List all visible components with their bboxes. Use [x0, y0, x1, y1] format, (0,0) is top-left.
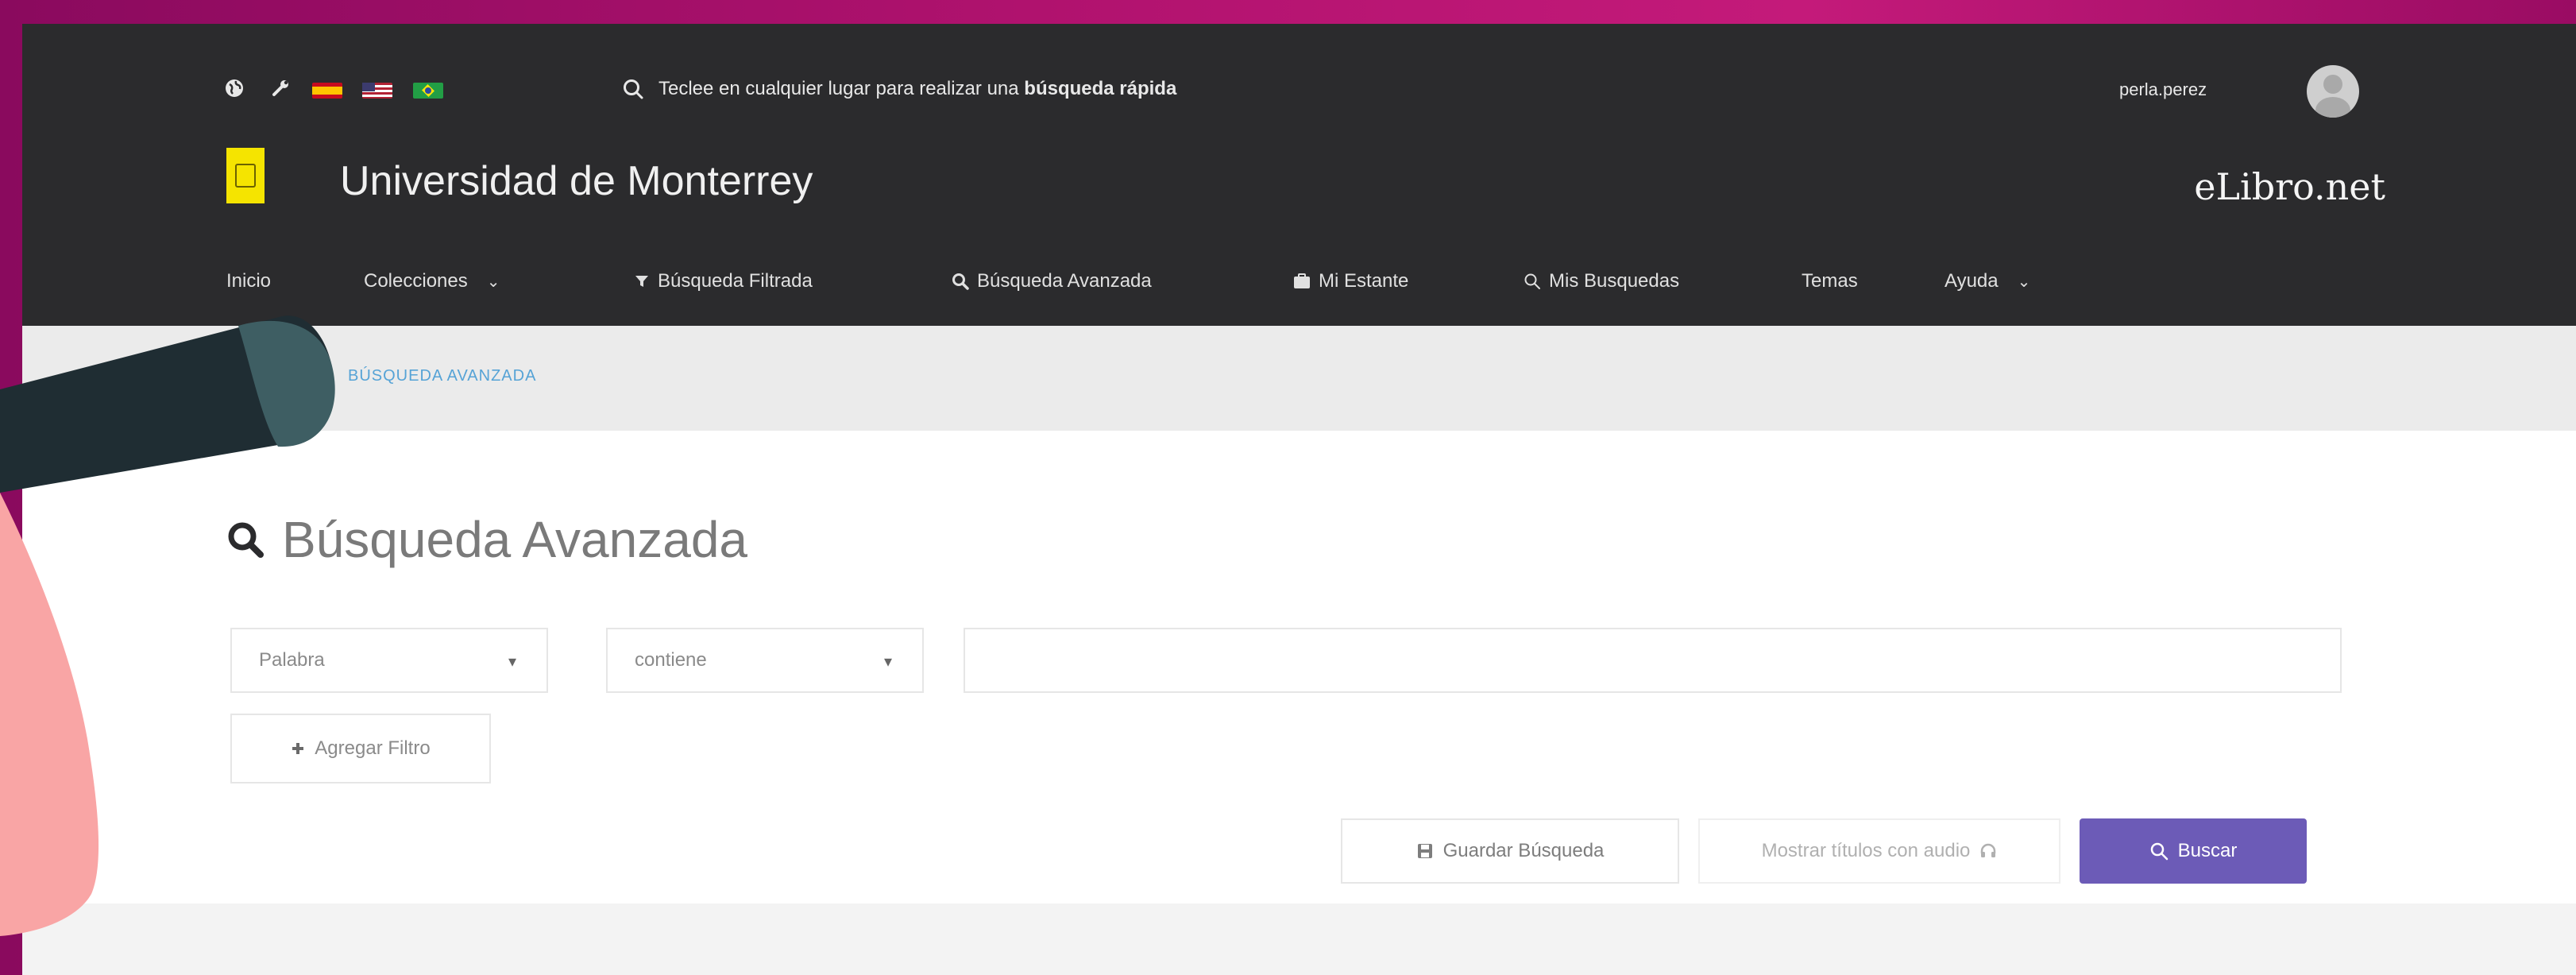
audio-titles-toggle[interactable]: Mostrar títulos con audio	[1698, 818, 2060, 884]
nav-item-temas[interactable]: Temas	[1802, 270, 1858, 292]
shelf-icon	[1294, 273, 1310, 288]
site-logo-text[interactable]: eLibro.net	[2194, 165, 2385, 208]
breadcrumb: BÚSQUEDA AVANZADA	[22, 326, 2576, 431]
search-icon	[2150, 842, 2168, 861]
quick-search-hint[interactable]: Teclee en cualquier lugar para realizar …	[622, 72, 1176, 106]
save-icon	[1417, 844, 1432, 858]
quick-search-bold-text: búsqueda rápida	[1024, 78, 1177, 99]
operator-select[interactable]: contiene ▾	[606, 628, 924, 693]
header-bar: Teclee en cualquier lugar para realizar …	[22, 24, 2576, 326]
add-filter-button[interactable]: Agregar Filtro	[230, 714, 491, 783]
chevron-down-icon: ⌄	[2017, 273, 2031, 291]
nav-item-ayuda[interactable]: Ayuda ⌄	[1945, 270, 2030, 292]
plus-icon	[292, 743, 304, 754]
app-window: Teclee en cualquier lugar para realizar …	[22, 24, 2576, 975]
university-logo[interactable]	[226, 148, 265, 203]
filter-icon	[635, 276, 648, 287]
search-plus-icon	[952, 273, 969, 290]
spanish-flag-icon[interactable]	[312, 83, 342, 99]
chevron-down-icon: ⌄	[486, 273, 500, 291]
main-nav: Inicio Colecciones ⌄ Búsqueda Filtrada B…	[22, 270, 2576, 310]
utility-row: Teclee en cualquier lugar para realizar …	[22, 56, 2576, 119]
nav-item-inicio[interactable]: Inicio	[226, 270, 271, 292]
field-select-value: Palabra	[259, 649, 325, 671]
globe-icon[interactable]	[224, 78, 245, 99]
headphones-icon	[1981, 843, 1996, 857]
university-name[interactable]: Universidad de Monterrey	[340, 157, 813, 205]
wrench-icon[interactable]	[270, 78, 291, 99]
page-title-text: Búsqueda Avanzada	[282, 511, 747, 568]
save-search-button[interactable]: Guardar Búsqueda	[1341, 818, 1679, 884]
search-button[interactable]: Buscar	[2080, 818, 2307, 884]
nav-item-mis-busquedas[interactable]: Mis Busquedas	[1524, 270, 1679, 292]
quick-search-text: Teclee en cualquier lugar para realizar …	[658, 78, 1025, 99]
footer-strip	[22, 903, 2576, 975]
caret-down-icon: ▾	[883, 653, 892, 671]
brazil-flag-icon[interactable]	[413, 83, 443, 99]
nav-item-mi-estante[interactable]: Mi Estante	[1293, 270, 1408, 292]
caret-down-icon: ▾	[508, 653, 516, 671]
nav-item-busqueda-avanzada[interactable]: Búsqueda Avanzada	[952, 270, 1152, 292]
avatar[interactable]	[2307, 65, 2359, 118]
user-name[interactable]: perla.perez	[2119, 79, 2207, 100]
search-icon	[624, 79, 643, 99]
us-flag-icon[interactable]	[362, 83, 392, 99]
field-select[interactable]: Palabra ▾	[230, 628, 548, 693]
nav-item-colecciones[interactable]: Colecciones ⌄	[364, 270, 500, 292]
search-term-input[interactable]	[964, 628, 2342, 693]
search-icon	[1524, 273, 1540, 289]
breadcrumb-current[interactable]: BÚSQUEDA AVANZADA	[348, 367, 536, 385]
nav-item-busqueda-filtrada[interactable]: Búsqueda Filtrada	[634, 270, 813, 292]
page-title: Búsqueda Avanzada	[226, 510, 747, 569]
search-icon	[228, 522, 264, 558]
operator-select-value: contiene	[635, 649, 707, 671]
